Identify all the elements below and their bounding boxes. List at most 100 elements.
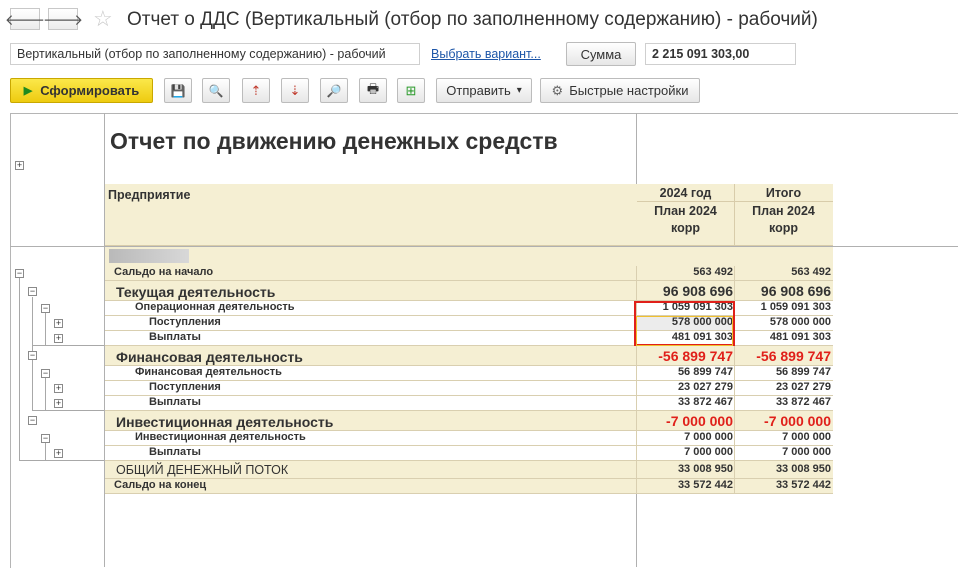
row-value-total: 96 908 696 [760,283,831,299]
row-label: Сальдо на конец [114,479,207,491]
row-label: Сальдо на начало [114,266,214,278]
row-label: Поступления [149,316,221,328]
expand-icon[interactable]: + [54,384,63,393]
row-value-total: 578 000 000 [769,316,831,328]
row-value-plan: 563 492 [693,266,733,278]
table-row[interactable]: Выплаты 7 000 000 7 000 000 [105,446,833,461]
row-label: Операционная деятельность [135,301,295,313]
row-value-plan: 7 000 000 [684,431,733,443]
row-value-total: -7 000 000 [764,413,831,429]
row-value-total: 56 899 747 [775,366,831,378]
chevron-down-icon: ▾ [516,85,522,96]
header-col1-sub: План 2024 корр [654,204,717,235]
row-value-total: 481 091 303 [769,331,831,343]
send-button[interactable]: Отправить ▾ [436,78,532,103]
save-button[interactable]: 💾 [164,78,192,103]
sort-desc-button[interactable]: ⇣ [281,78,309,103]
row-value-total: -56 899 747 [756,348,831,364]
table-row[interactable]: ОБЩИЙ ДЕНЕЖНЫЙ ПОТОК 33 008 950 33 008 9… [105,461,833,479]
row-label: Выплаты [149,446,201,458]
row-value-total: 33 872 467 [775,396,831,408]
row-label: Инвестиционная деятельность [116,414,334,430]
back-button[interactable]: 🡐 [5,8,45,30]
generate-label: Сформировать [40,83,140,98]
generate-button[interactable]: ▶ Сформировать [10,78,153,103]
collapse-icon[interactable]: − [15,269,24,278]
save-icon: 💾 [170,83,186,98]
row-value-total: 7 000 000 [782,431,831,443]
expand-icon[interactable]: + [54,319,63,328]
row-value-total: 1 059 091 303 [760,301,831,313]
table-row[interactable]: Сальдо на начало 563 492 563 492 [105,266,833,281]
enterprise-row [105,247,833,267]
row-value-total: 563 492 [791,266,831,278]
row-label: Инвестиционная деятельность [135,431,306,443]
table-row[interactable]: Инвестиционная деятельность 7 000 000 7 … [105,431,833,446]
window-title: Отчет о ДДС (Вертикальный (отбор по запо… [127,9,818,30]
row-label: Финансовая деятельность [116,349,303,365]
row-value-plan: 56 899 747 [677,366,733,378]
add-button[interactable]: ⊞ [397,78,425,103]
collapse-icon[interactable]: − [28,287,37,296]
row-label: ОБЩИЙ ДЕНЕЖНЫЙ ПОТОК [116,463,289,477]
sum-button[interactable]: Сумма [566,42,636,66]
expand-all-icon[interactable]: + [15,161,24,170]
sum-value-field: 2 215 091 303,00 [645,43,796,65]
play-icon: ▶ [23,85,33,97]
report-title: Отчет по движению денежных средств [110,128,558,154]
find-button[interactable]: 🔍 [202,78,230,103]
favorite-star-icon[interactable]: ☆ [93,6,113,32]
row-value-plan: -56 899 747 [658,348,733,364]
gear-icon: ⚙ [551,82,564,98]
expand-icon[interactable]: + [54,399,63,408]
header-col1-group: 2024 год [659,186,712,200]
table-row[interactable]: Сальдо на конец 33 572 442 33 572 442 [105,479,833,494]
row-value-plan: 96 908 696 [662,283,733,299]
redacted-enterprise-name [109,249,189,263]
collapse-icon[interactable]: − [28,351,37,360]
row-value-total: 33 008 950 [775,463,831,475]
row-value-plan: 33 572 442 [677,479,733,491]
table-row[interactable]: Финансовая деятельность -56 899 747 -56 … [105,346,833,366]
header-col2-group: Итого [765,186,802,200]
choose-variant-link[interactable]: Выбрать вариант... [431,47,541,61]
row-label: Выплаты [149,331,201,343]
row-value-plan: 33 872 467 [677,396,733,408]
collapse-icon[interactable]: − [41,304,50,313]
print-button[interactable]: 🖶 [359,78,387,103]
variant-field[interactable]: Вертикальный (отбор по заполненному соде… [10,43,420,65]
table-row[interactable]: Инвестиционная деятельность -7 000 000 -… [105,411,833,431]
quick-settings-button[interactable]: ⚙ Быстрые настройки [540,78,700,103]
send-label: Отправить [446,83,511,98]
row-value-total: 7 000 000 [782,446,831,458]
search-icon: 🔍 [208,83,224,98]
collapse-icon[interactable]: − [41,369,50,378]
add-icon: ⊞ [405,82,417,98]
table-row[interactable]: Финансовая деятельность 56 899 747 56 89… [105,366,833,381]
table-row[interactable]: Текущая деятельность 96 908 696 96 908 6… [105,281,833,301]
grid-line [637,201,833,202]
preview-button[interactable]: 🔎 [320,78,348,103]
row-value-total: 23 027 279 [775,381,831,393]
sort-asc-icon: ⇡ [250,82,262,98]
row-label: Поступления [149,381,221,393]
arrow-right-icon: 🡒 [42,11,84,29]
header-row-label: Предприятие [108,188,191,202]
forward-button[interactable]: 🡒 [43,8,83,30]
expand-icon[interactable]: + [54,449,63,458]
row-value-plan: -7 000 000 [666,413,733,429]
table-row[interactable]: Выплаты 33 872 467 33 872 467 [105,396,833,411]
expand-icon[interactable]: + [54,334,63,343]
header-col2-sub: План 2024 корр [752,204,815,235]
sort-desc-icon: ⇣ [289,82,301,98]
collapse-icon[interactable]: − [41,434,50,443]
print-icon: 🖶 [366,80,380,96]
collapse-icon[interactable]: − [28,416,37,425]
preview-icon: 🔎 [326,83,342,98]
arrow-left-icon: 🡐 [4,11,46,29]
sort-asc-button[interactable]: ⇡ [242,78,270,103]
row-value-total: 33 572 442 [775,479,831,491]
active-cell-border [636,316,733,346]
row-value-plan: 23 027 279 [677,381,733,393]
table-row[interactable]: Поступления 23 027 279 23 027 279 [105,381,833,396]
